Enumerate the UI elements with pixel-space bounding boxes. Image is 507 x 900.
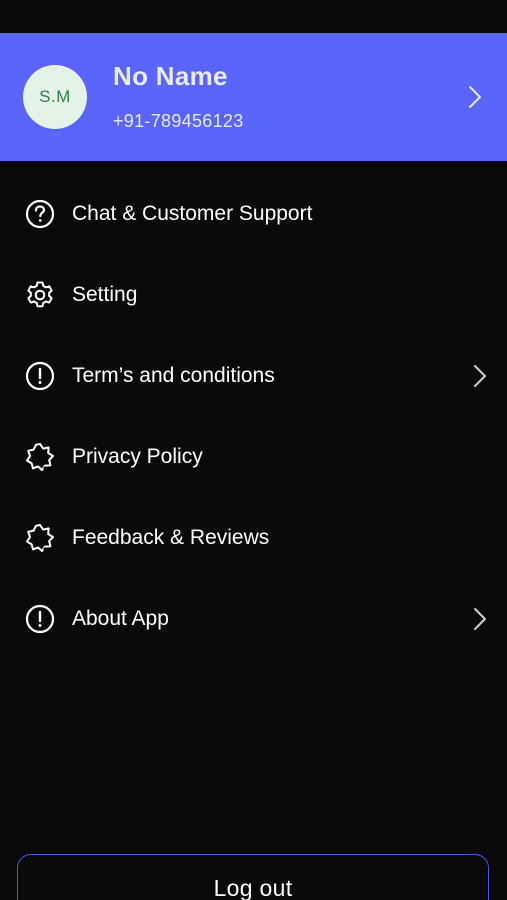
menu-item-label: Setting [72, 283, 138, 306]
gear-icon [27, 281, 53, 308]
info-circle-icon [25, 361, 55, 391]
chevron-right-icon [474, 608, 486, 630]
avatar: S.M [23, 65, 87, 129]
menu-item-privacy-policy[interactable]: Privacy Policy [0, 417, 507, 498]
menu-item-chat-support[interactable]: Chat & Customer Support [0, 174, 507, 255]
menu-item-feedback-reviews[interactable]: Feedback & Reviews [0, 498, 507, 579]
menu-item-label: Feedback & Reviews [72, 526, 270, 549]
help-circle-icon [25, 199, 55, 229]
menu-item-setting[interactable]: Setting [0, 255, 507, 336]
status-bar [0, 0, 507, 33]
menu-item-label: Chat & Customer Support [72, 202, 313, 225]
menu-item-about-app[interactable]: About App [0, 579, 507, 660]
profile-name: No Name [113, 61, 228, 91]
badge-star-icon [26, 443, 54, 472]
chevron-right-icon [474, 365, 486, 387]
chevron-right-icon[interactable] [462, 83, 486, 111]
info-circle-icon [25, 604, 55, 634]
profile-phone: +91-789456123 [113, 111, 244, 131]
menu-item-label: Term’s and conditions [72, 364, 275, 387]
badge-star-icon [26, 524, 54, 553]
logout-label: Log out [213, 875, 293, 900]
profile-menu-screen: S.M No Name +91-789456123 Chat & Custome… [0, 0, 507, 900]
menu-item-label: About App [72, 607, 169, 630]
logout-button[interactable]: Log out [17, 854, 489, 900]
profile-header[interactable]: S.M No Name +91-789456123 [0, 33, 507, 161]
menu-item-terms[interactable]: Term’s and conditions [0, 336, 507, 417]
menu-item-label: Privacy Policy [72, 445, 203, 468]
menu-list: Chat & Customer Support Setting Term’s a… [0, 174, 507, 660]
